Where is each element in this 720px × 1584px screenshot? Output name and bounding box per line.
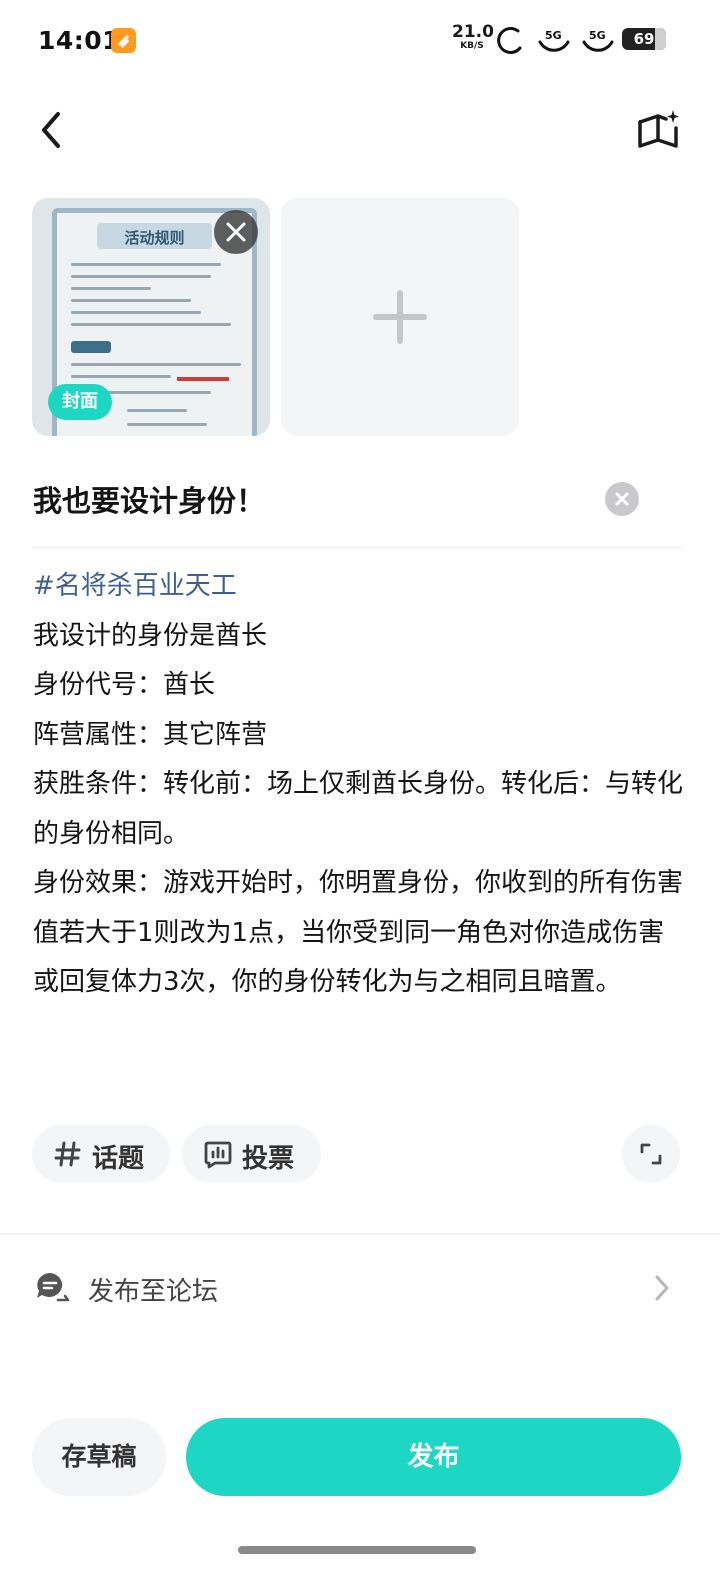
forum-label: 发布至论坛: [88, 1277, 219, 1307]
signal-5g-icon-2: 5G: [582, 29, 614, 52]
save-draft-button[interactable]: 存草稿: [32, 1418, 166, 1496]
vote-icon: [204, 1141, 232, 1169]
battery-level: 69: [633, 30, 655, 48]
hotspot-icon: [497, 26, 522, 54]
vote-button[interactable]: 投票: [182, 1125, 321, 1183]
plus-icon: [373, 290, 427, 344]
post-body[interactable]: #名将杀百业天工 我设计的身份是酋长 身份代号：酋长 阵营属性：其它阵营 获胜条…: [33, 562, 683, 1008]
body-line: 阵营属性：其它阵营: [33, 719, 268, 750]
topic-label: 话题: [92, 1144, 145, 1174]
cover-badge: 封面: [48, 384, 112, 420]
expand-icon: [640, 1143, 662, 1165]
chevron-right-icon: [655, 1275, 669, 1301]
status-time: 14:01: [38, 26, 121, 55]
hashtag-link[interactable]: #名将杀百业天工: [33, 562, 683, 612]
network-speed-unit: KB/S: [460, 41, 484, 51]
status-bar: 14:01 21.0 KB/S 5G 5G 69: [0, 0, 720, 80]
body-line: 获胜条件：转化前：场上仅剩酋长身份。转化后：与转化的身份相同。: [33, 769, 684, 849]
post-title[interactable]: 我也要设计身份！: [33, 478, 265, 520]
title-divider: [32, 547, 682, 548]
network-speed-value: 21.0: [452, 22, 494, 42]
close-icon: [226, 222, 246, 242]
section-divider: [0, 1233, 720, 1235]
svg-text:5G: 5G: [545, 29, 562, 42]
chevron-left-icon: [42, 112, 60, 148]
book-sparkle-icon: [638, 110, 679, 148]
body-line: 身份效果：游戏开始时，你明置身份，你收到的所有伤害值若大于1则改为1点，当你受到…: [33, 868, 684, 997]
hashtag-icon: [54, 1141, 81, 1167]
expand-editor-button[interactable]: [622, 1125, 680, 1183]
topic-button[interactable]: 话题: [32, 1125, 170, 1183]
network-speed: 21.0 KB/S: [452, 22, 494, 51]
remove-image-button[interactable]: [214, 210, 258, 254]
svg-text:5G: 5G: [589, 29, 606, 42]
add-image-button[interactable]: [281, 198, 519, 436]
body-line: 身份代号：酋长: [33, 670, 216, 700]
clear-circle-icon: [615, 492, 629, 506]
app-notification-icon: [111, 28, 136, 53]
publish-to-forum-row[interactable]: 发布至论坛: [0, 1250, 720, 1326]
vote-label: 投票: [242, 1144, 295, 1174]
back-button[interactable]: [30, 106, 78, 154]
battery-icon: 69: [622, 28, 666, 50]
home-indicator[interactable]: [238, 1546, 476, 1554]
guide-button[interactable]: [632, 106, 684, 154]
signal-5g-icon: 5G: [538, 29, 570, 52]
chat-bubble-icon: [37, 1273, 70, 1302]
clear-title-button[interactable]: [605, 482, 639, 516]
body-line: 我设计的身份是酋长: [33, 620, 268, 651]
publish-button[interactable]: 发布: [186, 1418, 681, 1496]
